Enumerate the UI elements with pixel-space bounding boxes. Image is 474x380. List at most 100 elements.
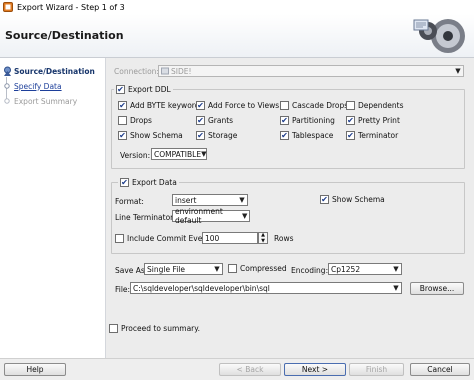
version-value: COMPATIBLE (154, 149, 202, 159)
save-as-value: Single File (147, 264, 185, 274)
commit-rows-value: 100 (205, 233, 220, 243)
wizard-step-nav: Source/Destination Specify Data Export S… (0, 58, 106, 358)
proceed-to-summary-label: Proceed to summary. (121, 324, 201, 333)
nav-step-export-summary: Export Summary (0, 95, 77, 107)
file-path-input[interactable]: C:\sqldeveloper\sqldeveloper\bin\sql ▼ (130, 282, 402, 294)
rows-label: Rows (274, 234, 294, 243)
format-value: insert (175, 195, 197, 205)
compressed-option[interactable]: Compressed (228, 264, 287, 273)
show-schema-data-option[interactable]: ✔ Show Schema (320, 195, 385, 204)
commit-rows-input[interactable]: 100 (202, 232, 258, 244)
option-storage[interactable]: ✔ Storage (196, 131, 237, 140)
checkbox[interactable]: ✔ (196, 131, 205, 140)
database-connection-icon (161, 67, 169, 75)
export-data-checkbox[interactable]: ✔ (120, 178, 129, 187)
include-commit-label: Include Commit Every (127, 234, 210, 243)
checkbox[interactable]: ✔ (280, 116, 289, 125)
option-dependents[interactable]: Dependents (346, 101, 404, 110)
page-title: Source/Destination (5, 29, 124, 42)
chevron-down-icon: ▼ (239, 196, 245, 204)
wizard-header: Source/Destination (0, 14, 474, 58)
browse-button[interactable]: Browse... (410, 282, 464, 295)
next-button[interactable]: Next > (284, 363, 346, 376)
save-as-label: Save As (115, 266, 145, 275)
connection-select[interactable]: SIDE! ▼ (158, 65, 464, 77)
chevron-down-icon: ▼ (455, 67, 461, 75)
checkbox[interactable]: ✔ (196, 101, 205, 110)
option-drops[interactable]: Drops (118, 116, 152, 125)
checkbox[interactable]: ✔ (346, 131, 355, 140)
proceed-to-summary-option[interactable]: Proceed to summary. (109, 324, 200, 333)
export-data-header: ✔ Export Data (118, 178, 179, 187)
compressed-label: Compressed (240, 264, 287, 273)
navigation-current-icon (0, 65, 14, 77)
option-add-byte-keyword[interactable]: ✔ Add BYTE keyword (118, 101, 200, 110)
export-ddl-label: Export DDL (128, 85, 171, 94)
proceed-to-summary-checkbox[interactable] (109, 324, 118, 333)
cancel-button[interactable]: Cancel (410, 363, 470, 376)
checkbox[interactable]: ✔ (280, 131, 289, 140)
nav-step-label: Source/Destination (14, 66, 95, 76)
version-select[interactable]: COMPATIBLE ▼ (151, 148, 207, 160)
chevron-down-icon: ▼ (393, 265, 399, 273)
line-terminator-select[interactable]: environment default ▼ (172, 207, 250, 225)
option-grants[interactable]: ✔ Grants (196, 116, 233, 125)
option-label: Tablespace (292, 131, 334, 140)
window-titlebar: Export Wizard - Step 1 of 3 (0, 0, 474, 14)
navigation-pending-icon (0, 95, 14, 107)
option-cascade-drops[interactable]: Cascade Drops (280, 101, 348, 110)
option-label: Add Force to Views (208, 101, 280, 110)
chevron-down-icon: ▼ (242, 212, 248, 220)
export-data-label: Export Data (132, 178, 177, 187)
spin-down-icon[interactable]: ▼ (259, 238, 267, 244)
connection-value: SIDE! (171, 66, 192, 76)
option-tablespace[interactable]: ✔ Tablespace (280, 131, 333, 140)
checkbox[interactable]: ✔ (118, 101, 127, 110)
nav-step-specify-data[interactable]: Specify Data (0, 80, 62, 92)
checkbox[interactable] (118, 116, 127, 125)
option-label: Show Schema (130, 131, 183, 140)
navigation-pending-icon (0, 80, 14, 92)
connection-label: Connection: (114, 67, 159, 76)
help-button[interactable]: Help (4, 363, 66, 376)
checkbox[interactable]: ✔ (118, 131, 127, 140)
option-label: Add BYTE keyword (130, 101, 200, 110)
checkbox[interactable]: ✔ (196, 116, 205, 125)
save-as-select[interactable]: Single File ▼ (144, 263, 223, 275)
chevron-down-icon: ▼ (393, 284, 399, 292)
option-label: Cascade Drops (292, 101, 349, 110)
nav-step-label: Export Summary (14, 96, 78, 106)
checkbox[interactable] (346, 101, 355, 110)
checkbox[interactable] (280, 101, 289, 110)
encoding-value: Cp1252 (331, 264, 361, 274)
option-show-schema[interactable]: ✔ Show Schema (118, 131, 183, 140)
option-add-force-to-views[interactable]: ✔ Add Force to Views (196, 101, 279, 110)
file-label: File: (115, 285, 131, 294)
encoding-select[interactable]: Cp1252 ▼ (328, 263, 402, 275)
export-ddl-checkbox[interactable]: ✔ (116, 85, 125, 94)
export-graphic-icon (413, 19, 465, 53)
encoding-label: Encoding: (291, 266, 329, 275)
option-terminator[interactable]: ✔ Terminator (346, 131, 398, 140)
option-pretty-print[interactable]: ✔ Pretty Print (346, 116, 400, 125)
commit-rows-spinner[interactable]: ▲ ▼ (258, 232, 268, 244)
wizard-content-panel: Connection: SIDE! ▼ ✔ Export DDL ✔ Add B… (106, 58, 474, 358)
option-label: Dependents (358, 101, 404, 110)
option-label: Pretty Print (358, 116, 400, 125)
wizard-footer: Help < Back Next > Finish Cancel (0, 358, 474, 380)
window-title: Export Wizard - Step 1 of 3 (17, 2, 125, 12)
version-label: Version: (120, 151, 151, 160)
format-select[interactable]: insert ▼ (172, 194, 248, 206)
checkbox[interactable]: ✔ (346, 116, 355, 125)
option-partitioning[interactable]: ✔ Partitioning (280, 116, 335, 125)
include-commit-checkbox[interactable] (115, 234, 124, 243)
include-commit-option[interactable]: Include Commit Every (115, 234, 210, 243)
show-schema-data-checkbox[interactable]: ✔ (320, 195, 329, 204)
option-label: Grants (208, 116, 234, 125)
show-schema-data-label: Show Schema (332, 195, 385, 204)
compressed-checkbox[interactable] (228, 264, 237, 273)
export-ddl-header: ✔ Export DDL (114, 85, 173, 94)
finish-button[interactable]: Finish (349, 363, 404, 376)
back-button[interactable]: < Back (219, 363, 281, 376)
nav-step-source-destination[interactable]: Source/Destination (0, 65, 95, 77)
